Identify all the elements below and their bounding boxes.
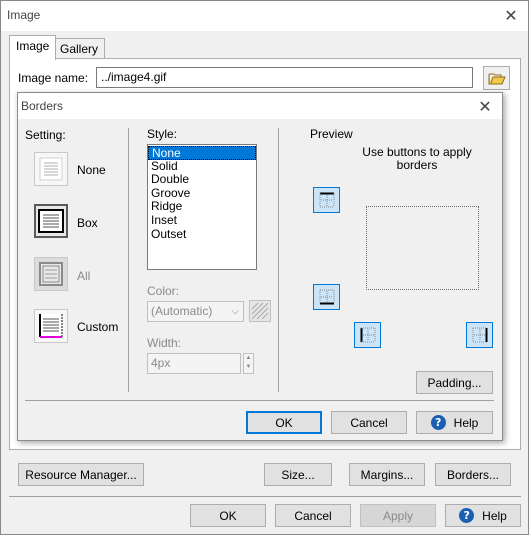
borders-dialog-close-icon[interactable]: ✕ [474, 95, 496, 117]
resource-manager-button[interactable]: Resource Manager... [18, 463, 144, 486]
left-border-button[interactable] [354, 322, 381, 348]
border-bottom-icon [319, 289, 334, 305]
setting-box-button[interactable] [34, 204, 68, 238]
help-button[interactable]: ? Help [445, 504, 521, 527]
width-input-value: 4px [151, 356, 171, 370]
dialog-footer-divider [25, 400, 494, 401]
width-input[interactable]: 4px [147, 353, 241, 374]
chevron-down-icon: ⌵ [231, 306, 239, 317]
style-option[interactable]: Inset [148, 213, 256, 228]
right-border-button[interactable] [466, 322, 493, 348]
margins-button[interactable]: Margins... [349, 463, 425, 486]
open-folder-icon [488, 73, 506, 84]
tab-gallery[interactable]: Gallery [53, 38, 106, 60]
dialog-ok-button[interactable]: OK [246, 411, 322, 434]
color-dropdown-value: (Automatic) [151, 304, 213, 318]
spin-up-icon[interactable]: ▲ [244, 354, 253, 363]
tab-image[interactable]: Image [9, 35, 57, 60]
style-option[interactable]: Double [148, 173, 256, 187]
setting-label: Setting: [25, 128, 66, 142]
width-spinner[interactable]: ▲ ▼ [243, 353, 254, 374]
style-label: Style: [147, 127, 178, 141]
cancel-button[interactable]: Cancel [275, 504, 351, 527]
window-titlebar: Image ✕ [1, 1, 528, 31]
style-listbox[interactable]: None Solid Double Groove Ridge Inset Out… [147, 144, 257, 270]
dialog-help-button[interactable]: ? Help [416, 411, 493, 434]
image-name-input[interactable]: ../image4.gif [96, 67, 473, 88]
setting-box-label: Box [77, 216, 98, 230]
border-right-icon [472, 327, 487, 343]
border-top-icon [319, 192, 334, 208]
borders-dialog: Borders ✕ Setting: None Box All Custom S… [17, 92, 503, 441]
help-icon: ? [459, 508, 475, 523]
setting-all-label: All [77, 269, 91, 283]
size-button[interactable]: Size... [264, 463, 332, 486]
style-option[interactable]: Groove [148, 186, 256, 201]
dialog-help-label: Help [453, 415, 479, 430]
image-name-label: Image name: [18, 71, 89, 85]
footer-divider [9, 496, 521, 497]
style-option[interactable]: Outset [148, 227, 256, 242]
style-option[interactable]: Ridge [148, 200, 256, 214]
color-picker-button[interactable] [249, 300, 271, 322]
borders-button[interactable]: Borders... [435, 463, 511, 486]
window-close-icon[interactable]: ✕ [500, 4, 522, 26]
style-divider [278, 128, 279, 392]
border-left-icon [360, 327, 375, 343]
borders-dialog-title: Borders [21, 99, 64, 113]
spin-down-icon[interactable]: ▼ [244, 363, 253, 372]
dialog-cancel-button[interactable]: Cancel [331, 411, 407, 434]
window-title: Image [7, 8, 41, 22]
help-icon: ? [430, 415, 446, 430]
borders-dialog-titlebar: Borders ✕ [18, 93, 502, 119]
border-none-icon [39, 157, 63, 181]
bottom-border-button[interactable] [313, 284, 340, 310]
ok-button[interactable]: OK [190, 504, 266, 527]
style-option[interactable]: Solid [148, 159, 256, 174]
top-border-button[interactable] [313, 187, 340, 213]
browse-folder-button[interactable] [483, 66, 510, 90]
border-all-icon [39, 262, 63, 286]
border-box-icon [38, 209, 64, 233]
preview-hint: Use buttons to apply borders [362, 145, 472, 172]
color-dropdown[interactable]: (Automatic) ⌵ [147, 301, 244, 322]
border-custom-icon [39, 314, 63, 338]
setting-none-label: None [77, 163, 106, 177]
apply-button[interactable]: Apply [360, 504, 436, 527]
width-label: Width: [147, 336, 182, 350]
setting-custom-button[interactable] [34, 309, 68, 343]
setting-custom-label: Custom [77, 320, 119, 334]
setting-divider [128, 128, 129, 392]
setting-none-button[interactable] [34, 152, 68, 186]
color-label: Color: [147, 284, 180, 298]
preview-label: Preview [310, 127, 353, 141]
border-preview-area [366, 206, 479, 290]
setting-all-button[interactable] [34, 257, 68, 291]
style-option[interactable]: None [148, 146, 256, 160]
help-button-label: Help [482, 508, 507, 523]
padding-button[interactable]: Padding... [416, 371, 493, 394]
hatch-pattern-icon [251, 302, 269, 320]
